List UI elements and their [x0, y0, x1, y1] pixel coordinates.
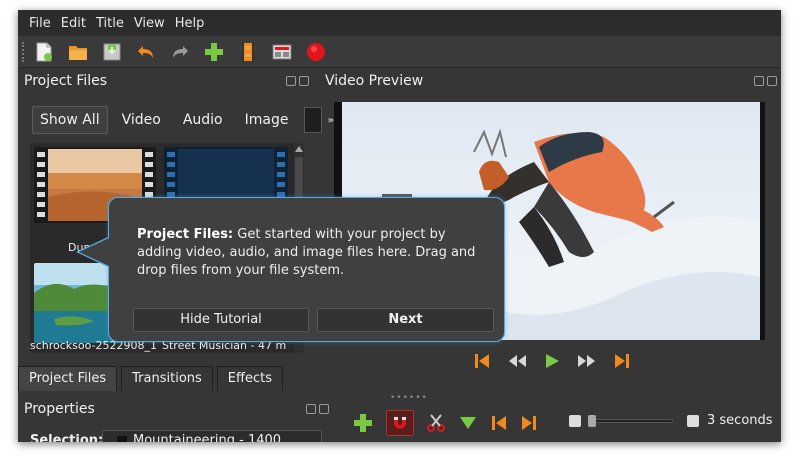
menu-title[interactable]: Title [91, 16, 129, 31]
scroll-up-icon[interactable] [295, 146, 303, 152]
redo-icon [173, 45, 188, 58]
dock-tabs: Project Files Transitions Effects [18, 366, 287, 391]
clip-swatch-icon [117, 436, 127, 442]
selection-value: Mountaineering - 1400 [133, 433, 282, 442]
selection-label: Selection: [30, 433, 104, 442]
filter-scroll-handle[interactable] [304, 107, 323, 133]
project-files-title: Project Files [24, 73, 108, 89]
tutorial-popup: Project Files: Get started with your pro… [108, 197, 505, 342]
toolbar-grip[interactable] [22, 42, 25, 62]
play-icon[interactable] [543, 352, 561, 370]
redo-button[interactable] [168, 40, 192, 64]
jump-to-start-icon[interactable] [473, 352, 491, 370]
razor-scissors-icon[interactable] [426, 413, 446, 433]
tab-transitions[interactable]: Transitions [121, 366, 213, 391]
file-filter-tabs: Show All Video Audio Image » [32, 106, 334, 134]
more-filters-chevron-icon[interactable]: » [327, 115, 333, 126]
timeline-toolbar [352, 410, 538, 436]
openshot-window: File Edit Title View Help Project Files … [18, 10, 781, 442]
undo-button[interactable] [134, 40, 158, 64]
tab-project-files[interactable]: Project Files [18, 366, 118, 391]
filter-audio[interactable]: Audio [175, 106, 231, 134]
next-button[interactable]: Next [317, 308, 494, 332]
video-preview-title: Video Preview [325, 73, 424, 89]
tab-effects[interactable]: Effects [216, 366, 283, 391]
close-icon[interactable] [767, 76, 777, 86]
selection-row: Selection: Mountaineering - 1400 [18, 430, 338, 442]
menu-file[interactable]: File [24, 16, 56, 31]
rewind-icon[interactable] [507, 352, 527, 370]
properties-dock-controls [306, 404, 329, 414]
float-icon[interactable] [306, 404, 316, 414]
jump-to-end-icon[interactable] [613, 352, 631, 370]
magnet-icon [394, 417, 406, 429]
snapping-button[interactable] [386, 410, 414, 436]
zoom-slider[interactable] [588, 414, 673, 427]
menu-view[interactable]: View [129, 16, 170, 31]
zoom-level-label: 3 seconds [707, 413, 773, 428]
zoom-out-icon[interactable] [569, 414, 581, 427]
export-video-button[interactable] [304, 40, 328, 64]
filter-show-all[interactable]: Show All [32, 106, 108, 134]
save-project-icon [103, 43, 121, 60]
zoom-in-icon[interactable] [687, 414, 699, 427]
choose-profile-button[interactable] [236, 40, 260, 64]
float-icon[interactable] [754, 76, 764, 86]
fullscreen-icon [272, 44, 292, 59]
float-icon[interactable] [286, 76, 296, 86]
hide-tutorial-button[interactable]: Hide Tutorial [133, 308, 309, 332]
tutorial-heading: Project Files: [137, 227, 234, 242]
new-project-icon [36, 42, 52, 61]
playback-controls [473, 352, 631, 370]
filter-video[interactable]: Video [114, 106, 169, 134]
menu-help[interactable]: Help [170, 16, 210, 31]
fast-forward-icon[interactable] [577, 352, 597, 370]
timeline-zoom: 3 seconds [569, 413, 773, 428]
add-track-icon[interactable] [352, 412, 374, 434]
choose-profile-icon [242, 42, 254, 61]
main-toolbar [18, 36, 781, 68]
new-project-button[interactable] [32, 40, 56, 64]
menu-bar: File Edit Title View Help [18, 10, 781, 36]
splitter-handle[interactable]: •••••• [390, 393, 428, 403]
add-marker-icon[interactable] [458, 413, 478, 433]
menu-edit[interactable]: Edit [56, 16, 91, 31]
properties-title: Properties [24, 401, 95, 417]
save-project-button[interactable] [100, 40, 124, 64]
undo-icon [138, 45, 153, 58]
project-files-dock-controls [286, 76, 309, 86]
export-video-icon [307, 42, 325, 61]
video-preview-dock-controls [754, 76, 777, 86]
selection-dropdown[interactable]: Mountaineering - 1400 [102, 430, 322, 442]
filter-image[interactable]: Image [237, 106, 297, 134]
next-marker-icon[interactable] [520, 414, 538, 432]
open-project-icon [69, 45, 87, 60]
tutorial-text: Project Files: Get started with your pro… [137, 226, 487, 280]
import-files-button[interactable] [202, 40, 226, 64]
zoom-slider-handle[interactable] [588, 414, 596, 427]
previous-marker-icon[interactable] [490, 414, 508, 432]
tutorial-pointer-fill [79, 238, 109, 266]
close-icon[interactable] [319, 404, 329, 414]
fullscreen-button[interactable] [270, 40, 294, 64]
import-files-icon [205, 42, 223, 61]
close-icon[interactable] [299, 76, 309, 86]
open-project-button[interactable] [66, 40, 90, 64]
